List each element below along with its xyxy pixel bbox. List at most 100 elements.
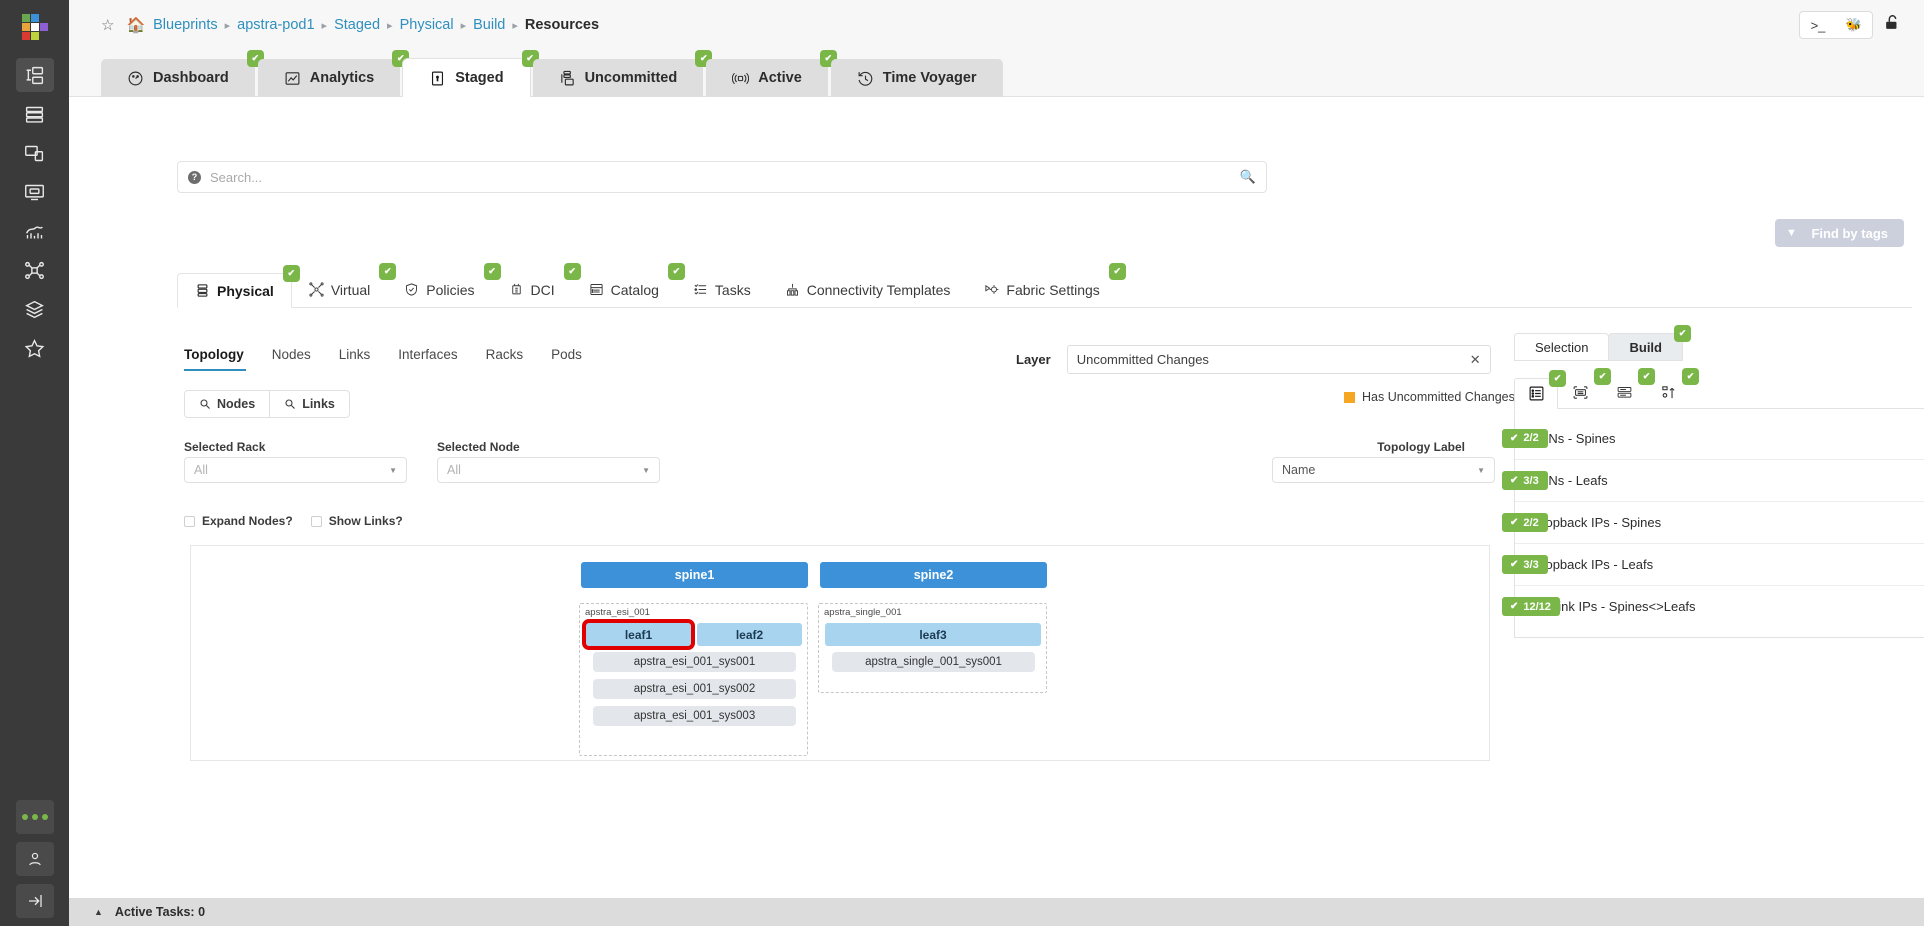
uncommitted-icon: [559, 70, 576, 87]
breadcrumb-separator: ▸: [461, 19, 467, 32]
tab-active[interactable]: Active: [706, 59, 828, 97]
topology-rack-apstra-esi-001[interactable]: apstra_esi_001 leaf1 leaf2 apstra_esi_00…: [579, 603, 808, 756]
top-bar-actions: >_ 🐝: [1799, 11, 1902, 39]
topology-node-system[interactable]: apstra_single_001_sys001: [832, 652, 1035, 672]
tab-catalog[interactable]: Catalog: [572, 272, 676, 307]
sidebar-item-resources[interactable]: [16, 175, 54, 209]
question-mark-icon[interactable]: ?: [188, 171, 201, 184]
sidebar-item-analytics[interactable]: [16, 214, 54, 248]
tab-dci[interactable]: DCI: [492, 272, 572, 307]
selected-rack-select[interactable]: All ▼: [184, 457, 407, 483]
topology-node-system[interactable]: apstra_esi_001_sys003: [593, 706, 796, 726]
resource-count: 12/12: [1523, 601, 1551, 613]
topology-node-leaf2[interactable]: leaf2: [697, 623, 802, 646]
tertiary-tab-bar: Topology Nodes Links Interfaces Racks Po…: [184, 347, 596, 371]
list-item[interactable]: ✔ 12/12 Link IPs - Spines<>Leafs: [1515, 585, 1924, 627]
list-item[interactable]: ✔ 3/3 Loopback IPs - Leafs: [1515, 543, 1924, 585]
build-list-icon[interactable]: [1514, 378, 1558, 409]
topology-node-leaf3[interactable]: leaf3: [825, 623, 1041, 646]
build-topology-icon[interactable]: [1646, 377, 1690, 408]
tab-pods[interactable]: Pods: [537, 347, 596, 371]
breadcrumb-item-0[interactable]: Blueprints: [153, 17, 217, 33]
checkbox-label: Show Links?: [329, 514, 403, 528]
build-devices-icon[interactable]: [1602, 377, 1646, 408]
tab-physical[interactable]: Physical: [177, 273, 292, 308]
build-cabling-icon[interactable]: [1558, 377, 1602, 408]
tab-links[interactable]: Links: [325, 347, 385, 371]
breadcrumb-item-2[interactable]: Staged: [334, 17, 380, 33]
find-by-tags-button[interactable]: ▼ Find by tags: [1775, 219, 1904, 247]
debug-bug-icon[interactable]: 🐝: [1836, 12, 1872, 38]
topology-canvas[interactable]: spine1 spine2 apstra_esi_001 leaf1 leaf2…: [190, 545, 1490, 761]
magnifier-icon[interactable]: 🔍: [1240, 169, 1256, 185]
chevron-down-icon: ▼: [389, 466, 397, 475]
tab-connectivity-templates[interactable]: Connectivity Templates: [768, 272, 968, 307]
sidebar-more-options[interactable]: [16, 800, 54, 834]
user-icon: [26, 850, 44, 868]
tab-analytics[interactable]: Analytics: [258, 59, 400, 97]
expand-nodes-checkbox[interactable]: Expand Nodes?: [184, 514, 293, 528]
triangle-up-icon[interactable]: ▲: [94, 907, 103, 917]
topology-node-system[interactable]: apstra_esi_001_sys001: [593, 652, 796, 672]
search-input[interactable]: [210, 170, 1240, 185]
star-outline-icon[interactable]: ☆: [101, 16, 114, 34]
tab-label: Dashboard: [153, 70, 229, 86]
breadcrumb-item-3[interactable]: Physical: [400, 17, 454, 33]
tab-dashboard[interactable]: Dashboard: [101, 59, 255, 97]
tab-uncommitted[interactable]: Uncommitted: [533, 59, 704, 97]
sidebar-item-devices[interactable]: [16, 97, 54, 131]
unlocked-padlock-icon[interactable]: [1883, 13, 1902, 37]
status-badge: ✔ 12/12: [1502, 597, 1560, 616]
sidebar-item-design[interactable]: [16, 136, 54, 170]
sidebar-item-external-systems[interactable]: [16, 253, 54, 287]
list-item[interactable]: ✔ 2/2 Loopback IPs - Spines: [1515, 501, 1924, 543]
sidebar-user-account[interactable]: [16, 842, 54, 876]
sidebar-item-platform[interactable]: [16, 292, 54, 326]
layer-field[interactable]: Uncommitted Changes ✕: [1067, 345, 1491, 374]
tab-tasks[interactable]: Tasks: [676, 272, 768, 307]
topology-node-system[interactable]: apstra_esi_001_sys002: [593, 679, 796, 699]
show-links-checkbox[interactable]: Show Links?: [311, 514, 403, 528]
selected-node-select[interactable]: All ▼: [437, 457, 660, 483]
topology-node-leaf1[interactable]: leaf1: [586, 623, 691, 646]
search-box[interactable]: ? 🔍: [177, 161, 1267, 193]
console-button[interactable]: >_: [1800, 12, 1836, 38]
sidebar-item-favorites[interactable]: [16, 331, 54, 365]
secondary-tab-bar: Physical Virtual Policies DCI: [177, 272, 1912, 308]
home-icon[interactable]: 🏠: [126, 16, 145, 34]
find-nodes-button[interactable]: Nodes: [185, 391, 269, 417]
application-window: ☆ 🏠 Blueprints ▸ apstra-pod1 ▸ Staged ▸ …: [0, 0, 1924, 926]
tab-policies[interactable]: Policies: [387, 272, 491, 307]
tab-fabric-settings[interactable]: Fabric Settings: [967, 272, 1116, 307]
content-region: ? 🔍 ▼ Find by tags Physical Virtual: [69, 97, 1924, 926]
rack-name-label: apstra_single_001: [824, 607, 902, 618]
sidebar-collapse-logout[interactable]: [16, 884, 54, 918]
tab-label: DCI: [531, 282, 555, 298]
topology-label-value: Name: [1282, 463, 1477, 477]
apstra-logo[interactable]: [22, 14, 48, 40]
tab-time-voyager[interactable]: Time Voyager: [831, 59, 1003, 97]
tab-build[interactable]: Build: [1608, 333, 1683, 361]
tab-staged[interactable]: Staged: [403, 59, 529, 97]
topology-node-spine1[interactable]: spine1: [581, 562, 808, 588]
list-item[interactable]: ✔ 2/2 ASNs - Spines: [1515, 417, 1924, 459]
tab-virtual[interactable]: Virtual: [292, 272, 387, 307]
find-links-button[interactable]: Links: [269, 391, 349, 417]
sidebar-item-blueprints[interactable]: [16, 58, 54, 92]
tab-selection[interactable]: Selection: [1514, 333, 1609, 361]
topology-node-spine2[interactable]: spine2: [820, 562, 1047, 588]
breadcrumb-item-1[interactable]: apstra-pod1: [237, 17, 314, 33]
topology-rack-apstra-single-001[interactable]: apstra_single_001 leaf3 apstra_single_00…: [818, 603, 1047, 693]
chevron-down-icon: ▼: [1477, 466, 1485, 475]
check-icon: ✔: [1510, 601, 1518, 612]
tab-racks[interactable]: Racks: [472, 347, 538, 371]
list-item[interactable]: ✔ 3/3 ASNs - Leafs: [1515, 459, 1924, 501]
tab-interfaces[interactable]: Interfaces: [384, 347, 471, 371]
tab-topology[interactable]: Topology: [184, 347, 258, 371]
tasks-list-icon: [693, 282, 708, 297]
topology-label-select[interactable]: Name ▼: [1272, 457, 1495, 483]
top-bar: ☆ 🏠 Blueprints ▸ apstra-pod1 ▸ Staged ▸ …: [69, 0, 1924, 55]
tab-nodes[interactable]: Nodes: [258, 347, 325, 371]
close-x-icon[interactable]: ✕: [1470, 352, 1481, 368]
breadcrumb-item-4[interactable]: Build: [473, 17, 505, 33]
